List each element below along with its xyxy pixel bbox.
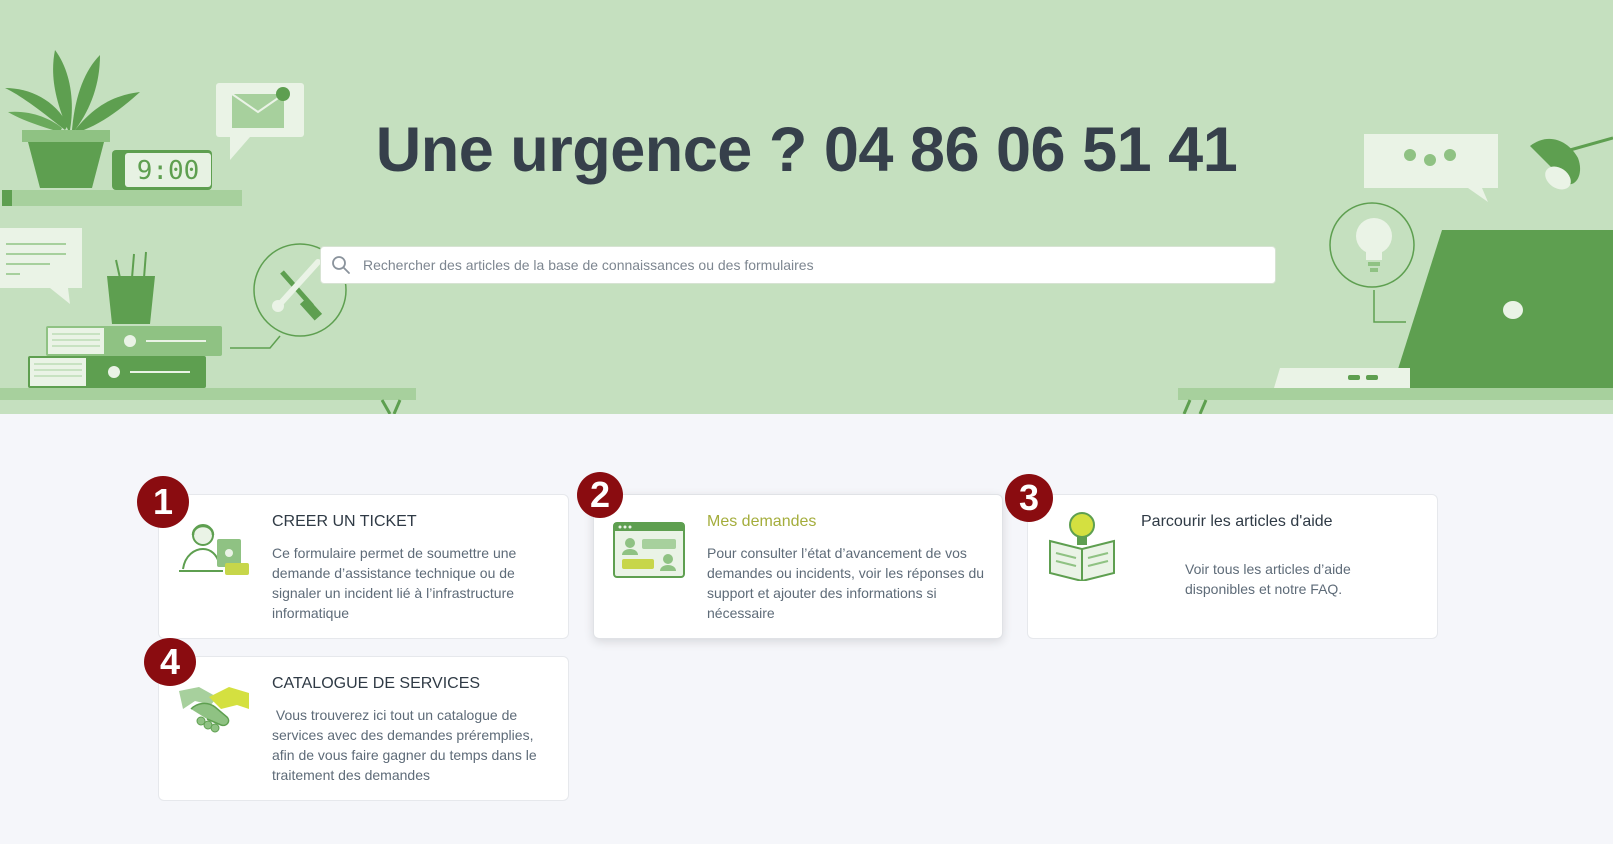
lightbulb-icon [1329, 202, 1415, 323]
card-description: Pour consulter l’état d’avancement de vo… [707, 545, 985, 621]
hero-banner: 9:00 Une urgence ? 04 86 06 51 41 Recher… [0, 0, 1613, 414]
card-title: CATALOGUE DE SERVICES [272, 675, 481, 692]
step-badge-1: 1 [137, 476, 189, 528]
card-browse-help-articles[interactable]: Parcourir les articles d'aide Voir tous … [1027, 494, 1438, 639]
card-service-catalogue[interactable]: CATALOGUE DE SERVICES Vous trouverez ici… [158, 656, 569, 801]
step-badge-4: 4 [144, 638, 196, 686]
handshake-icon [179, 687, 249, 733]
desk-illustration-right [1178, 134, 1613, 414]
card-create-ticket[interactable]: CREER UN TICKET Ce formulaire permet de … [158, 494, 569, 639]
requests-window-icon [613, 522, 685, 578]
support-agent-icon [179, 524, 249, 575]
card-title: Parcourir les articles d'aide [1141, 513, 1333, 530]
desk-illustration-left: 9:00 [0, 50, 416, 414]
card-my-requests[interactable]: Mes demandes Pour consulter l’état d’ava… [593, 494, 1003, 639]
chat-bubble-icon [0, 228, 82, 304]
book-lightbulb-icon [1049, 512, 1115, 581]
step-badge-2: 2 [577, 472, 623, 518]
card-description: Ce formulaire permet de soumettre une de… [272, 545, 517, 621]
card-title: CREER UN TICKET [272, 513, 417, 530]
search-icon [332, 256, 350, 274]
pencil-cup-icon [107, 251, 155, 324]
card-title: Mes demandes [707, 513, 817, 530]
search-bar[interactable] [320, 246, 1276, 284]
search-input[interactable] [361, 256, 1275, 274]
laptop-icon [1274, 230, 1613, 388]
step-badge-3: 3 [1005, 474, 1053, 522]
card-description: Voir tous les articles d’aide disponible… [1185, 561, 1351, 597]
card-description: Vous trouverez ici tout un catalogue de … [272, 707, 541, 783]
emergency-phone-title: Une urgence ? 04 86 06 51 41 [375, 115, 1238, 185]
books-icon [28, 326, 222, 388]
